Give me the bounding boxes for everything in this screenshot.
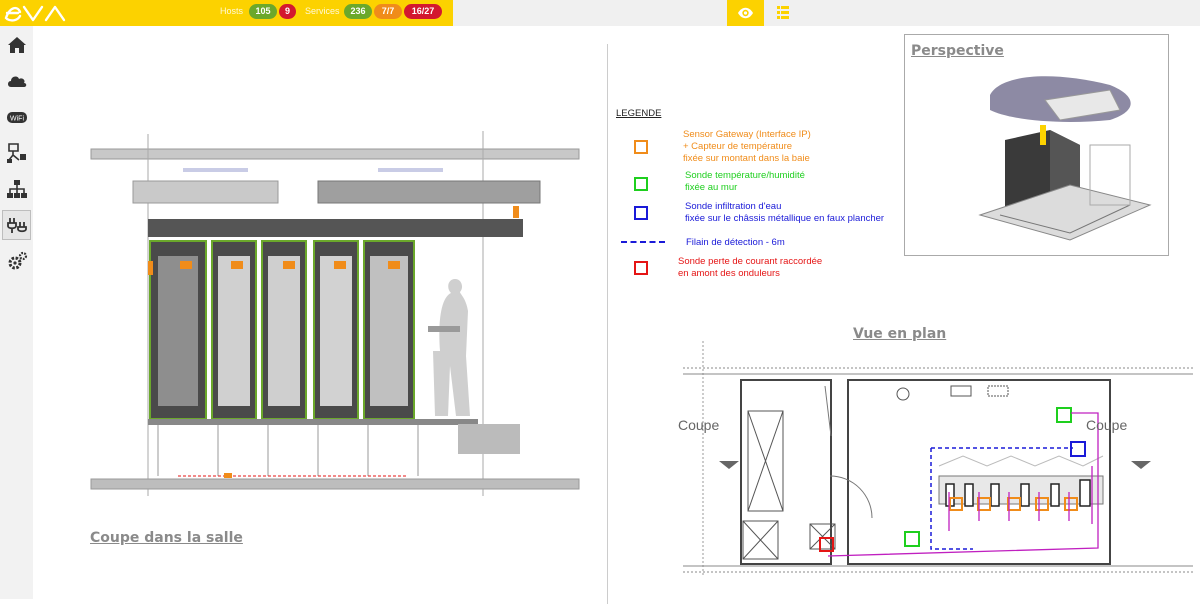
legend-title: LEGENDE [616, 108, 662, 119]
tab-list[interactable] [764, 0, 801, 26]
brand-bar: Hosts 105 9 Services 236 7/7 16/27 [0, 0, 453, 26]
coupe-label-left: Coupe [678, 417, 720, 433]
svg-text:WiFi: WiFi [10, 116, 24, 123]
server-racks [148, 240, 415, 420]
temp-swatch [634, 177, 648, 191]
eye-icon [738, 7, 753, 19]
floor-plan [683, 341, 1193, 576]
perspective-title: Perspective [911, 43, 1004, 59]
services-warning-badge[interactable]: 7/7 [374, 4, 402, 19]
hosts-label: Hosts [220, 6, 244, 16]
sidebar-item-network[interactable] [2, 138, 31, 168]
legend-power: Sonde perte de courant raccordée en amon… [678, 256, 822, 280]
legend-gateway-line1: Sensor Gateway (Interface IP) [683, 129, 811, 140]
hosts-critical-badge[interactable]: 9 [279, 4, 296, 19]
power-swatch [634, 261, 648, 275]
legend-temp-line1: Sonde température/humidité [685, 170, 805, 181]
legend-gateway-line3: fixée sur montant dans la baie [683, 153, 810, 164]
eva-logo[interactable] [4, 2, 68, 24]
sidebar-item-sitemap[interactable] [2, 174, 31, 204]
sidebar-item-settings[interactable] [2, 246, 31, 276]
legend-temp: Sonde température/humidité fixée au mur [685, 170, 805, 194]
legend-gateway-line2: + Capteur de température [683, 141, 793, 152]
sidebar-item-power[interactable] [2, 210, 31, 240]
legend-power-line2: en amont des onduleurs [678, 268, 780, 279]
wifi-icon: WiFi [6, 112, 27, 123]
hosts-ok-badge[interactable]: 105 [249, 4, 277, 19]
services-critical-badge[interactable]: 16/27 [404, 4, 442, 19]
water-swatch [634, 206, 648, 220]
section-drawing [90, 131, 580, 496]
gears-icon [8, 251, 27, 270]
legend-cable: Filain de détection - 6m [686, 237, 785, 248]
sitemap-icon [6, 180, 27, 198]
perspective-frame: Perspective [904, 34, 1169, 256]
coupe-label-right: Coupe [1086, 417, 1128, 433]
list-icon [777, 6, 789, 19]
legend-water-line2: fixée sur le châssis métallique en faux … [685, 213, 885, 224]
services-ok-badge[interactable]: 236 [344, 4, 372, 19]
gateway-swatch [634, 140, 648, 154]
cable-swatch [621, 241, 665, 243]
floor-plan-view: Coupe dans la salle LEGENDE Sensor Gatew… [33, 26, 1200, 604]
sidebar-item-cloud[interactable] [2, 66, 31, 96]
legend-power-line1: Sonde perte de courant raccordée [678, 256, 823, 267]
sidebar: WiFi [0, 26, 33, 599]
sidebar-item-wifi[interactable]: WiFi [2, 102, 31, 132]
tab-view[interactable] [727, 0, 764, 26]
cloud-icon [7, 76, 26, 87]
network-share-icon [6, 143, 26, 163]
sidebar-item-home[interactable] [2, 30, 31, 60]
legend-temp-line2: fixée au mur [685, 182, 738, 193]
legend-gateway: Sensor Gateway (Interface IP) + Capteur … [683, 129, 811, 165]
services-label: Services [305, 6, 340, 16]
home-icon [7, 37, 26, 53]
legend-water-line1: Sonde infiltration d'eau [685, 201, 782, 212]
legend-water: Sonde infiltration d'eau fixée sur le ch… [685, 201, 884, 225]
top-bar: Hosts 105 9 Services 236 7/7 16/27 [0, 0, 1200, 26]
divider [607, 44, 608, 604]
perspective-render [978, 76, 1152, 241]
section-title: Coupe dans la salle [90, 530, 243, 546]
power-plug-icon [6, 218, 27, 233]
